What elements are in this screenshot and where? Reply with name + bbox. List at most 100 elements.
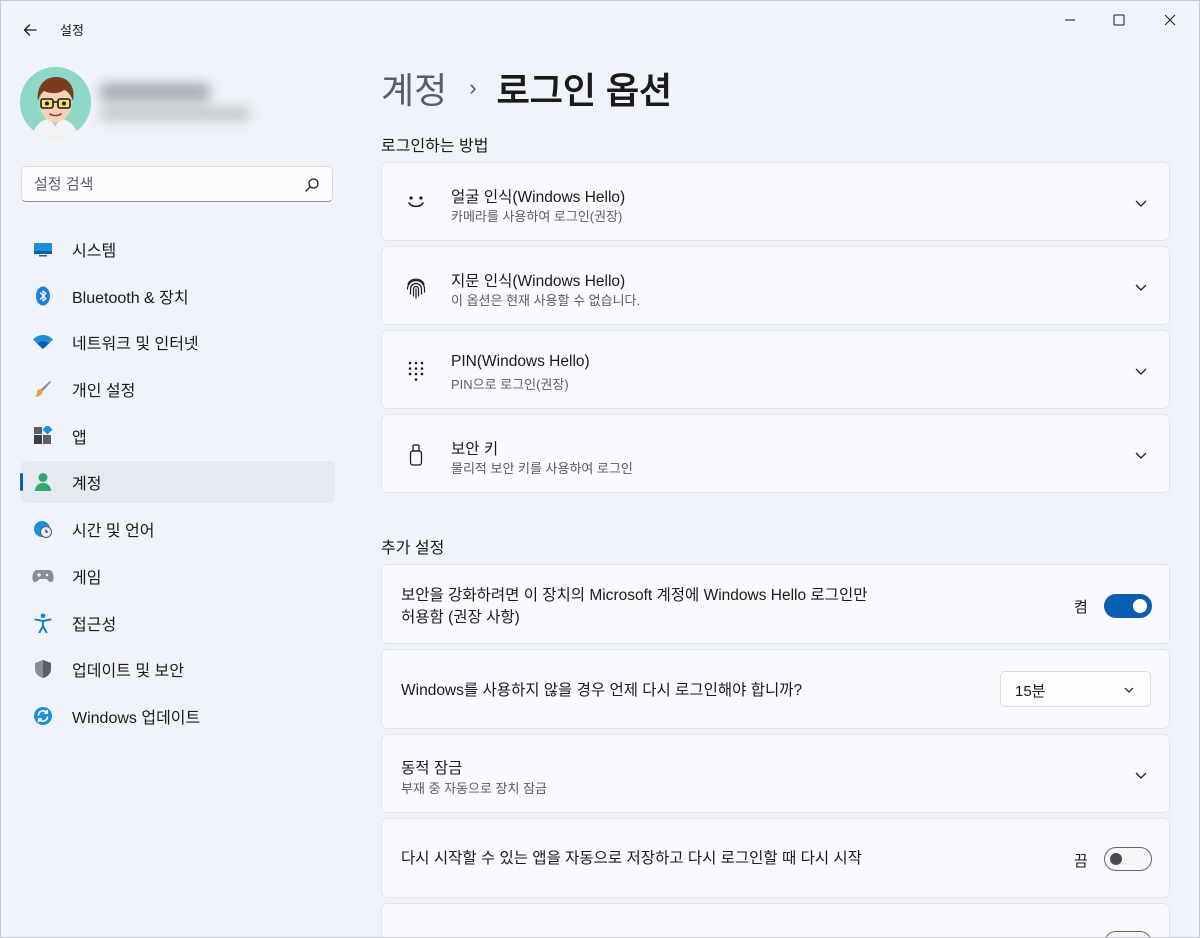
close-button[interactable] <box>1147 4 1193 36</box>
section-title-signin-methods: 로그인하는 방법 <box>381 138 489 155</box>
toggle-state-label: 켬 <box>1074 599 1088 616</box>
close-icon <box>1164 14 1176 26</box>
dropdown-value: 15분 <box>1015 683 1046 700</box>
sidebar-item-time-language[interactable]: 시간 및 언어 <box>21 508 335 550</box>
sidebar-item-label: 게임 <box>72 569 102 587</box>
next-setting-toggle[interactable] <box>1104 931 1152 938</box>
method-subtitle: 카메라를 사용하여 로그인(권장) <box>451 209 623 224</box>
shield-icon <box>32 658 54 680</box>
method-title: 지문 인식(Windows Hello) <box>451 273 626 290</box>
setting-description: 다시 시작할 수 있는 앱을 자동으로 저장하고 다시 로그인할 때 다시 시작 <box>401 850 862 867</box>
chevron-down-icon <box>1135 772 1147 779</box>
sidebar-item-label: 네트워크 및 인터넷 <box>72 336 199 354</box>
minimize-icon <box>1065 19 1075 21</box>
signin-method-fingerprint[interactable]: 지문 인식(Windows Hello) 이 옵션은 현재 사용할 수 없습니다… <box>381 246 1170 325</box>
sidebar-item-label: 업데이트 및 보안 <box>72 663 184 681</box>
globe-clock-icon <box>32 518 54 540</box>
minimize-button[interactable] <box>1047 4 1093 36</box>
sidebar-item-network[interactable]: 네트워크 및 인터넷 <box>21 321 335 363</box>
settings-search[interactable] <box>21 166 333 202</box>
setting-dynamic-lock[interactable]: 동적 잠금 부재 중 자동으로 장치 잠금 <box>381 734 1170 813</box>
method-subtitle: 물리적 보안 키를 사용하여 로그인 <box>451 461 633 476</box>
apps-icon <box>32 425 54 447</box>
sidebar-item-apps[interactable]: 앱 <box>21 415 335 457</box>
page-title: 로그인 옵션 <box>496 70 673 111</box>
setting-description-line1: 보안을 강화하려면 이 장치의 Microsoft 계정에 Windows He… <box>401 587 868 604</box>
face-icon <box>404 190 428 214</box>
setting-description: 보안을 강화하려면 이 장치의 Microsoft 계정에 Windows He… <box>401 585 867 629</box>
signin-method-pin[interactable]: PIN(Windows Hello) PIN으로 로그인(권장) <box>381 330 1170 409</box>
sidebar-item-windows-update[interactable]: Windows 업데이트 <box>21 695 335 737</box>
sidebar-item-label: Bluetooth & 장치 <box>72 289 189 307</box>
usb-key-icon <box>404 443 428 467</box>
method-subtitle: 이 옵션은 현재 사용할 수 없습니다. <box>451 293 641 308</box>
sidebar-item-gaming[interactable]: 게임 <box>21 555 335 597</box>
method-title: 보안 키 <box>451 441 499 458</box>
fingerprint-icon <box>404 276 428 300</box>
blurred-user-name <box>100 83 250 123</box>
setting-title: 동적 잠금 <box>401 760 463 777</box>
method-title: PIN(Windows Hello) <box>451 353 590 370</box>
signin-method-security-key[interactable]: 보안 키 물리적 보안 키를 사용하여 로그인 <box>381 414 1170 493</box>
chevron-down-icon <box>1124 687 1134 693</box>
hello-only-toggle[interactable] <box>1104 594 1152 618</box>
sidebar-item-label: 시간 및 언어 <box>72 523 155 541</box>
selected-indicator <box>20 473 23 492</box>
chevron-down-icon <box>1135 284 1147 291</box>
chevron-down-icon <box>1135 200 1147 207</box>
sidebar-item-label: 앱 <box>72 429 87 447</box>
avatar <box>20 67 91 138</box>
back-arrow-icon <box>23 24 37 36</box>
sync-icon <box>32 705 54 727</box>
sidebar-item-label: 개인 설정 <box>72 383 136 401</box>
title-bar: 설정 <box>0 0 1200 56</box>
breadcrumb-parent[interactable]: 계정 <box>381 62 447 114</box>
app-title: 설정 <box>60 23 84 38</box>
maximize-button[interactable] <box>1096 4 1142 36</box>
setting-hello-only: 보안을 강화하려면 이 장치의 Microsoft 계정에 Windows He… <box>381 564 1170 644</box>
setting-description: Windows를 사용하지 않을 경우 언제 다시 로그인해야 합니까? <box>401 682 803 699</box>
toggle-state-label: 끔 <box>1074 853 1088 870</box>
toggle-knob <box>1110 853 1122 865</box>
sidebar-nav: 시스템 Bluetooth & 장치 네트워크 및 인터넷 개인 설정 앱 계정 <box>20 228 335 742</box>
chevron-down-icon <box>1135 368 1147 375</box>
require-signin-dropdown[interactable]: 15분 <box>1000 671 1151 707</box>
section-title-additional-settings: 추가 설정 <box>381 540 445 557</box>
sidebar-item-personalization[interactable]: 개인 설정 <box>21 368 335 410</box>
bluetooth-icon <box>32 285 54 307</box>
method-subtitle: PIN으로 로그인(권장) <box>451 377 569 392</box>
sidebar-item-bluetooth[interactable]: Bluetooth & 장치 <box>21 275 335 317</box>
sidebar-item-accounts[interactable]: 계정 <box>20 461 335 504</box>
breadcrumb: 계정 › 로그인 옵션 <box>381 64 672 112</box>
sidebar-item-label: 시스템 <box>72 243 117 260</box>
search-icon[interactable] <box>304 177 320 193</box>
signin-method-face[interactable]: 얼굴 인식(Windows Hello) 카메라를 사용하여 로그인(권장) <box>381 162 1170 241</box>
chevron-down-icon <box>1135 452 1147 459</box>
search-input[interactable] <box>34 173 304 195</box>
gamepad-icon <box>32 565 54 587</box>
method-title: 얼굴 인식(Windows Hello) <box>451 189 626 206</box>
sidebar-item-label: 접근성 <box>72 616 117 634</box>
person-icon <box>32 471 54 493</box>
sidebar-item-label: 계정 <box>72 476 102 494</box>
monitor-icon <box>32 238 54 260</box>
setting-require-signin: Windows를 사용하지 않을 경우 언제 다시 로그인해야 합니까? 15분 <box>381 649 1170 729</box>
setting-restart-apps: 다시 시작할 수 있는 앱을 자동으로 저장하고 다시 로그인할 때 다시 시작… <box>381 818 1170 898</box>
sidebar-item-update-security[interactable]: 업데이트 및 보안 <box>21 648 335 690</box>
sidebar-item-label: Windows 업데이트 <box>72 709 201 727</box>
accessibility-icon <box>32 612 54 634</box>
setting-next-card <box>381 903 1170 938</box>
sidebar-item-accessibility[interactable]: 접근성 <box>21 602 335 644</box>
breadcrumb-separator: › <box>469 75 477 100</box>
wifi-icon <box>32 331 54 353</box>
keypad-icon <box>404 359 428 383</box>
sidebar-item-system[interactable]: 시스템 <box>21 228 335 270</box>
user-profile[interactable] <box>20 67 340 139</box>
setting-description-line2: 허용함 (권장 사항) <box>401 609 520 626</box>
restart-apps-toggle[interactable] <box>1104 847 1152 871</box>
toggle-knob <box>1133 599 1147 613</box>
brush-icon <box>32 378 54 400</box>
maximize-icon <box>1113 14 1125 26</box>
back-button[interactable] <box>14 14 46 46</box>
setting-subtitle: 부재 중 자동으로 장치 잠금 <box>401 781 548 796</box>
